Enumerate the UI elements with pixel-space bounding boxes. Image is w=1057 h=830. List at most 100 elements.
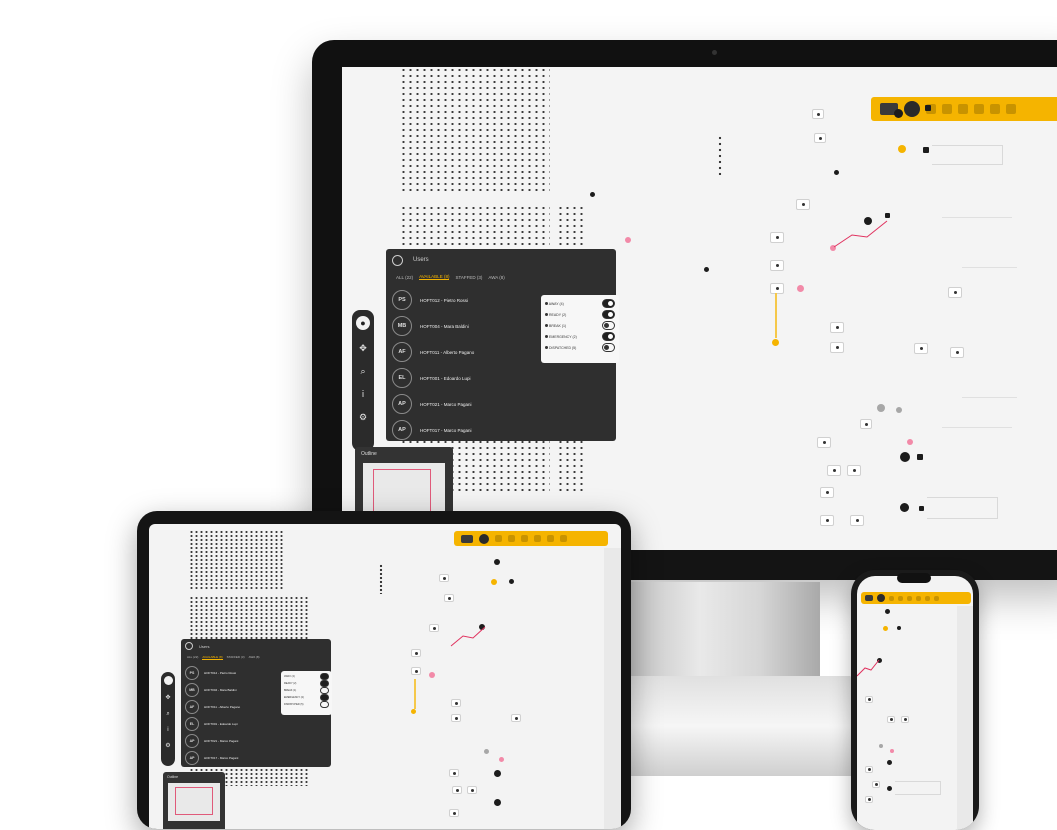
tab-away[interactable]: AWA (8): [249, 655, 260, 659]
node-icon[interactable]: [521, 535, 528, 542]
seat-node[interactable]: [830, 322, 844, 333]
user-icon[interactable]: [934, 595, 939, 601]
seat-node[interactable]: [770, 283, 784, 294]
minimap-viewport[interactable]: [373, 469, 431, 513]
settings-icon[interactable]: ⚙: [165, 743, 170, 749]
info-icon[interactable]: ⅰ: [167, 727, 169, 733]
node-icon[interactable]: [907, 595, 912, 601]
filter-icon[interactable]: [974, 104, 984, 114]
zoom-icon[interactable]: ⌕: [360, 367, 365, 376]
desk-marker[interactable]: [494, 559, 500, 565]
inactive-marker[interactable]: [879, 744, 883, 748]
active-marker[interactable]: [411, 709, 416, 714]
status-toggle[interactable]: [602, 343, 615, 352]
tab-away[interactable]: AWA (8): [488, 275, 504, 280]
grid-icon[interactable]: [495, 535, 502, 542]
tab-staffed[interactable]: STAFFED (3): [227, 655, 245, 659]
grid-icon[interactable]: [889, 595, 894, 601]
highlight-seat[interactable]: [499, 757, 504, 762]
seat-node[interactable]: [948, 287, 962, 298]
inactive-marker[interactable]: [896, 407, 902, 413]
seat-node[interactable]: [451, 699, 461, 707]
tab-all[interactable]: ALL (22): [396, 275, 413, 280]
settings-icon[interactable]: ⚙: [359, 413, 367, 422]
status-toggle[interactable]: [320, 701, 329, 708]
seat-node[interactable]: [950, 347, 964, 358]
active-marker[interactable]: [772, 339, 779, 346]
user-row[interactable]: AP HOFT017 - Marco Pagani: [392, 417, 610, 443]
status-filter[interactable]: READY (2): [545, 309, 615, 320]
status-toggle[interactable]: [320, 673, 329, 680]
tab-all[interactable]: ALL (22): [187, 655, 198, 659]
desk-marker[interactable]: [885, 609, 890, 614]
info-icon[interactable]: ⅰ: [362, 390, 365, 399]
seat-node[interactable]: [429, 624, 439, 632]
seat-node[interactable]: [865, 696, 873, 703]
user-row[interactable]: AP HOFT017 - Marco Pagani: [185, 749, 327, 766]
user-icon[interactable]: [1006, 104, 1016, 114]
target-icon[interactable]: [479, 533, 489, 544]
seat-node[interactable]: [511, 714, 521, 722]
desk-marker[interactable]: [894, 109, 903, 118]
desk-marker[interactable]: [897, 626, 901, 630]
ruler-icon[interactable]: [508, 535, 515, 542]
desk-marker[interactable]: [494, 770, 501, 777]
target-icon[interactable]: [904, 101, 920, 117]
tab-staffed[interactable]: STAFFED (3): [455, 275, 482, 280]
seat-node[interactable]: [827, 465, 841, 476]
ruler-icon[interactable]: [942, 104, 952, 114]
status-toggle[interactable]: [602, 321, 615, 330]
link-icon[interactable]: [547, 535, 554, 542]
status-toggle[interactable]: [320, 687, 329, 694]
desk-marker[interactable]: [887, 760, 892, 765]
desk-marker[interactable]: [900, 452, 910, 462]
status-toggle[interactable]: [602, 332, 615, 341]
active-marker[interactable]: [491, 579, 497, 585]
seat-node[interactable]: [820, 515, 834, 526]
inactive-marker[interactable]: [877, 404, 885, 412]
zoom-icon[interactable]: ⌕: [166, 711, 169, 717]
seat-node[interactable]: [770, 260, 784, 271]
highlight-seat[interactable]: [429, 672, 435, 678]
seat-node[interactable]: [449, 769, 459, 777]
ruler-icon[interactable]: [898, 595, 903, 601]
desk-marker[interactable]: [704, 267, 709, 272]
active-marker[interactable]: [883, 626, 888, 631]
active-marker[interactable]: [898, 145, 906, 153]
seat-node[interactable]: [817, 437, 831, 448]
link-icon[interactable]: [925, 595, 930, 601]
status-filter[interactable]: BREAK (1): [545, 320, 615, 331]
seat-node[interactable]: [865, 796, 873, 803]
desk-marker[interactable]: [887, 786, 892, 791]
seat-node[interactable]: [467, 786, 477, 794]
filter-icon[interactable]: [916, 595, 921, 601]
user-row[interactable]: AP HOFT021 - Marco Pagani: [185, 732, 327, 749]
seat-node[interactable]: [411, 667, 421, 675]
desk-marker[interactable]: [509, 579, 514, 584]
status-filter[interactable]: AWAY (4): [284, 673, 329, 680]
highlight-seat[interactable]: [797, 285, 804, 292]
target-icon[interactable]: [877, 594, 885, 602]
desk-marker[interactable]: [919, 506, 924, 511]
layers-icon[interactable]: [865, 595, 873, 601]
highlight-seat[interactable]: [890, 749, 894, 753]
status-toggle[interactable]: [320, 680, 329, 687]
status-filter[interactable]: DISPATCHED (5): [545, 342, 615, 353]
seat-node[interactable]: [830, 342, 844, 353]
status-filter[interactable]: DISPATCHED (5): [284, 701, 329, 708]
seat-node[interactable]: [814, 133, 826, 143]
status-toggle[interactable]: [602, 310, 615, 319]
desk-marker[interactable]: [834, 170, 839, 175]
minimap-viewport[interactable]: [175, 787, 213, 815]
inactive-marker[interactable]: [484, 749, 489, 754]
tab-available[interactable]: AVAILABLE (8): [419, 274, 450, 280]
desk-marker[interactable]: [590, 192, 595, 197]
seat-node[interactable]: [887, 716, 895, 723]
desk-marker[interactable]: [917, 454, 923, 460]
user-icon[interactable]: [560, 535, 567, 542]
seat-node[interactable]: [914, 343, 928, 354]
seat-node[interactable]: [820, 487, 834, 498]
status-filter[interactable]: AWAY (4): [545, 298, 615, 309]
highlight-seat[interactable]: [625, 237, 631, 243]
status-toggle[interactable]: [602, 299, 615, 308]
